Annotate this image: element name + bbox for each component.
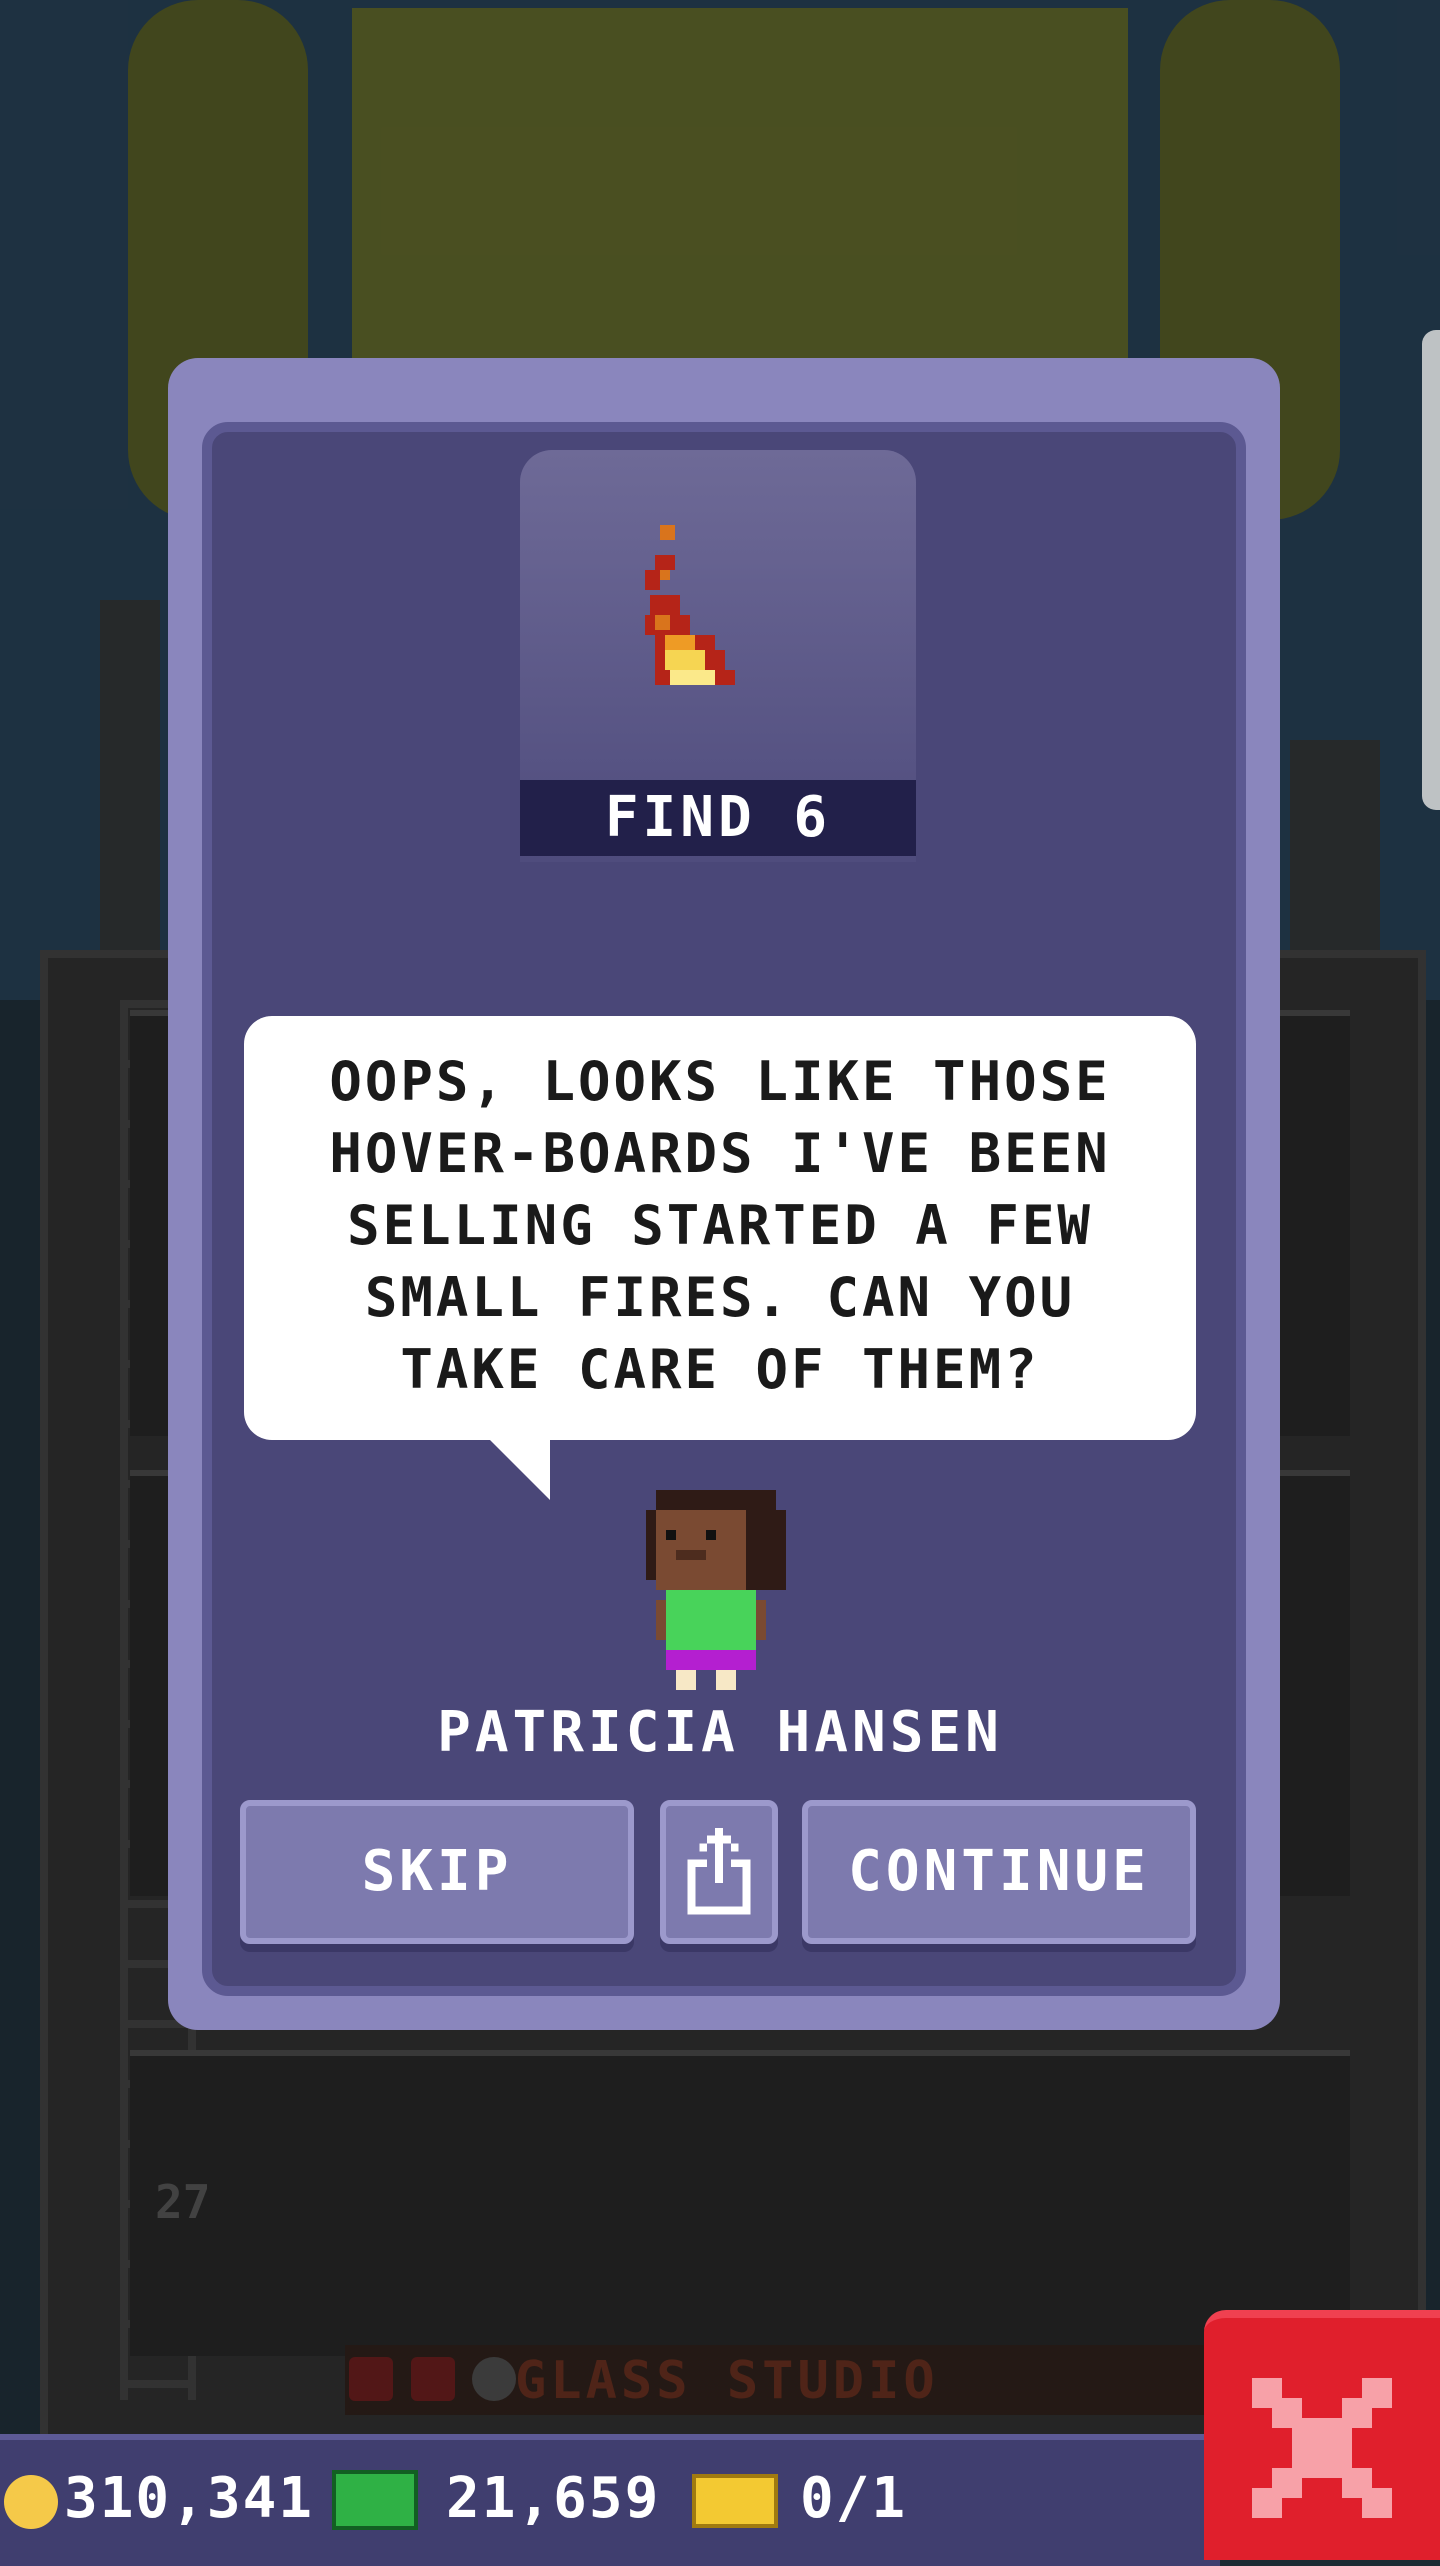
bux-count: 21,659 bbox=[446, 2466, 661, 2531]
ticket-count: 0/1 bbox=[800, 2466, 908, 2531]
share-icon bbox=[687, 1827, 751, 1915]
close-button[interactable] bbox=[1204, 2310, 1440, 2560]
continue-button[interactable]: CONTINUE bbox=[802, 1800, 1196, 1944]
bux-icon bbox=[332, 2470, 418, 2530]
golden-ticket-icon bbox=[692, 2474, 778, 2528]
speech-bubble-tail bbox=[484, 1434, 550, 1500]
resource-bar: 310,341 21,659 0/1 bbox=[0, 2434, 1220, 2566]
share-button[interactable] bbox=[660, 1800, 778, 1944]
skip-button[interactable]: SKIP bbox=[240, 1800, 634, 1944]
mission-description: OOPS, LOOKS LIKE THOSE HOVER-BOARDS I'VE… bbox=[329, 1050, 1111, 1401]
speech-bubble: OOPS, LOOKS LIKE THOSE HOVER-BOARDS I'VE… bbox=[244, 1016, 1196, 1440]
coin-count: 310,341 bbox=[64, 2466, 315, 2531]
fire-icon bbox=[645, 525, 735, 685]
character-name: PATRICIA HANSEN bbox=[437, 1700, 1003, 1765]
close-icon bbox=[1252, 2378, 1392, 2518]
bitizen-avatar bbox=[646, 1490, 786, 1690]
coin-icon bbox=[4, 2475, 58, 2529]
mission-reward: FIND 6 bbox=[352, 450, 918, 862]
reward-caption: FIND 6 bbox=[520, 780, 916, 856]
